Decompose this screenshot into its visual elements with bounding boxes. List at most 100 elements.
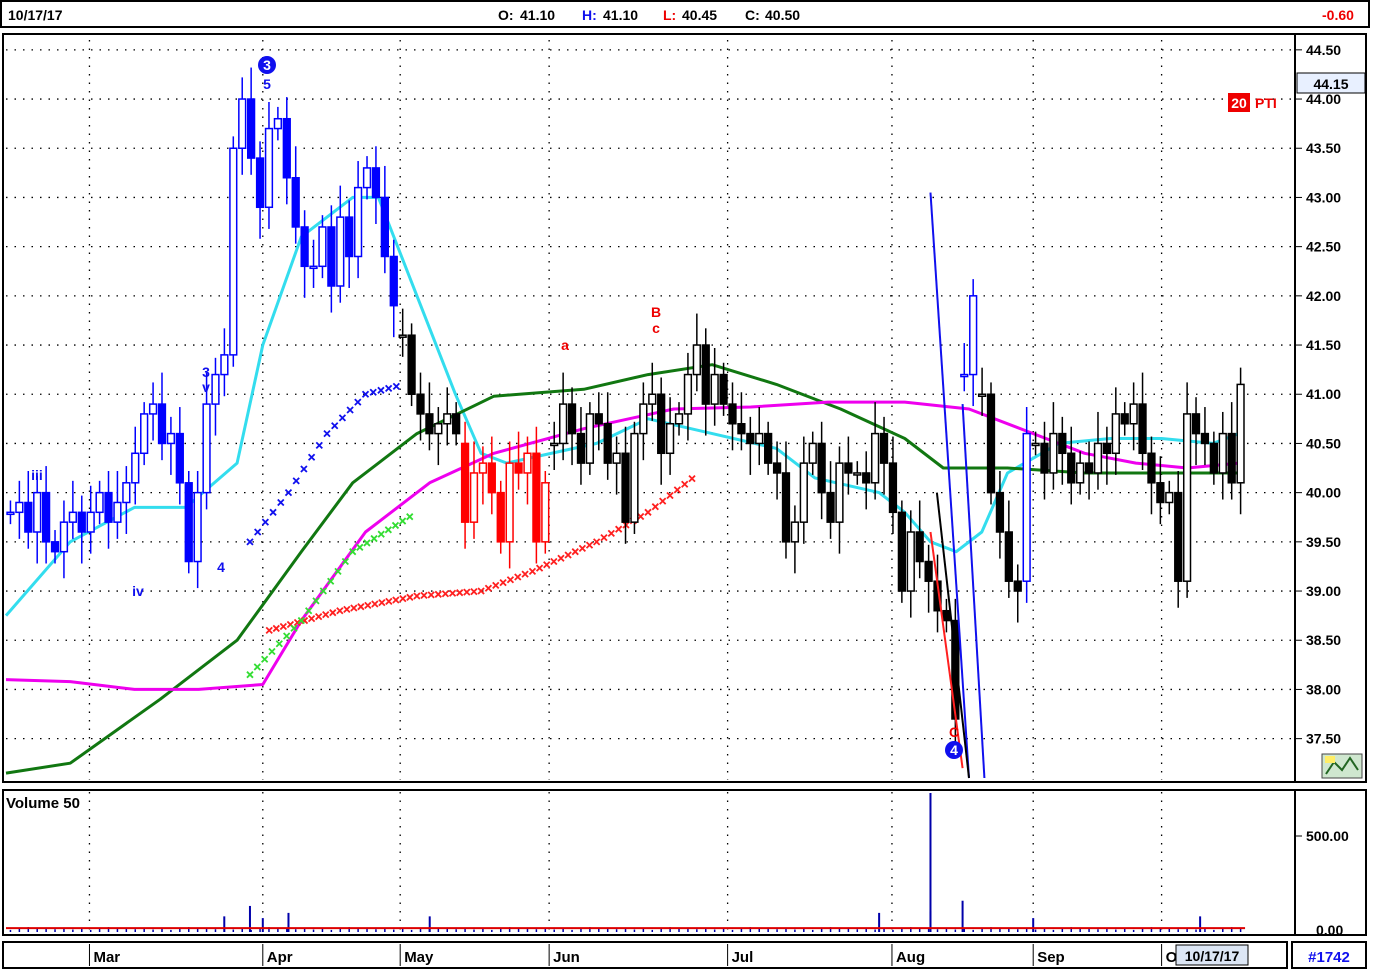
candle-body	[389, 255, 398, 307]
candle-body	[398, 334, 407, 338]
month-label: Sep	[1037, 949, 1065, 966]
candle-body	[844, 462, 853, 474]
candle-body	[772, 462, 782, 474]
candle-body	[567, 403, 577, 435]
candle-body	[728, 403, 737, 425]
high-value: 41.10	[603, 7, 639, 23]
candle-body	[336, 216, 345, 287]
candle-body	[327, 226, 336, 287]
candle-body	[826, 491, 835, 523]
candle-body	[648, 393, 657, 405]
y-tick-label: 43.00	[1306, 189, 1341, 205]
candle-body	[273, 117, 283, 130]
volume-axis	[1294, 789, 1367, 936]
candle-body	[1147, 452, 1156, 484]
low-value: 40.45	[682, 7, 718, 23]
candle-body	[362, 167, 372, 189]
candle-body	[416, 393, 425, 415]
candle-body	[1040, 442, 1049, 474]
wave-label-v: v	[202, 379, 210, 395]
y-tick-label: 41.50	[1306, 337, 1341, 353]
candle-body	[1111, 413, 1120, 455]
candle-body	[211, 373, 220, 405]
candle-body	[1102, 442, 1112, 455]
y-tick-label: 44.50	[1306, 42, 1341, 58]
candle-body	[59, 521, 69, 553]
candle-body	[291, 177, 300, 228]
candle-body	[558, 403, 568, 445]
candle-body	[443, 413, 452, 425]
candle-body	[1156, 482, 1165, 504]
candle-body	[674, 413, 684, 425]
candle-body	[630, 432, 639, 523]
candle-body	[1004, 531, 1013, 582]
candle-body	[157, 403, 167, 445]
wave-label-iv: iv	[132, 583, 144, 599]
close-value: 40.50	[765, 7, 801, 23]
candle-body	[1129, 403, 1138, 425]
candle-body	[300, 226, 309, 268]
wave-label-a: a	[561, 337, 569, 353]
candle-body	[505, 462, 514, 543]
wave-label-4: 4	[217, 559, 225, 575]
candle-body	[1191, 413, 1201, 435]
candle-body	[737, 423, 746, 435]
wave-label-C: C	[949, 724, 959, 740]
candle-body	[282, 117, 291, 179]
candle-body	[897, 511, 907, 592]
candle-body	[1084, 462, 1094, 474]
candle-body	[220, 354, 229, 376]
candle-body	[309, 265, 318, 270]
candle-body	[238, 98, 247, 149]
candle-body	[33, 491, 42, 533]
y-tick-label: 38.50	[1306, 632, 1341, 648]
candle-body	[1165, 491, 1174, 504]
candle-body	[434, 423, 443, 435]
candle-body	[1058, 432, 1067, 455]
volume-panel	[2, 789, 1296, 936]
chart-tools-icon[interactable]	[1321, 753, 1363, 779]
y-tick-label: 38.00	[1306, 681, 1341, 697]
candle-body	[1218, 432, 1227, 474]
y-tick-label: 42.50	[1306, 239, 1341, 255]
candle-body	[924, 560, 933, 582]
candle-body	[1120, 413, 1129, 425]
candle-body	[550, 442, 559, 447]
y-tick-label: 39.00	[1306, 583, 1341, 599]
candle-body	[68, 511, 77, 523]
candle-body	[977, 393, 987, 397]
header-date: 10/17/17	[8, 7, 63, 23]
candle-body	[469, 472, 479, 523]
candle-body	[496, 491, 505, 543]
candle-body	[514, 462, 523, 474]
candle-body	[247, 98, 256, 159]
candle-body	[906, 531, 915, 592]
y-tick-label: 43.50	[1306, 140, 1341, 156]
candle-body	[719, 373, 728, 405]
candle-body	[1022, 432, 1031, 582]
candle-body	[755, 432, 764, 445]
wave-label-4b: 4	[950, 742, 958, 758]
candle-body	[764, 432, 773, 464]
last-price-value: 44.15	[1313, 76, 1348, 92]
y-tick-label: 37.50	[1306, 731, 1341, 747]
candle-body	[995, 491, 1005, 533]
y-tick-label: 42.00	[1306, 288, 1341, 304]
month-label: Mar	[93, 949, 120, 966]
candle-body	[692, 344, 701, 376]
candle-body	[318, 226, 327, 268]
candle-body	[986, 393, 996, 494]
candle-body	[1138, 403, 1147, 455]
change-value: -0.60	[1322, 7, 1354, 23]
candle-body	[799, 462, 808, 523]
candle-body	[193, 491, 202, 563]
candle-body	[683, 373, 693, 415]
candle-body	[790, 521, 800, 543]
candle-body	[478, 462, 488, 474]
current-date: 10/17/17	[1185, 948, 1240, 964]
candle-body	[870, 432, 880, 484]
candle-body	[541, 482, 550, 543]
candle-body	[353, 186, 363, 258]
open-label: O:	[498, 7, 514, 23]
candle-body	[1013, 580, 1022, 592]
